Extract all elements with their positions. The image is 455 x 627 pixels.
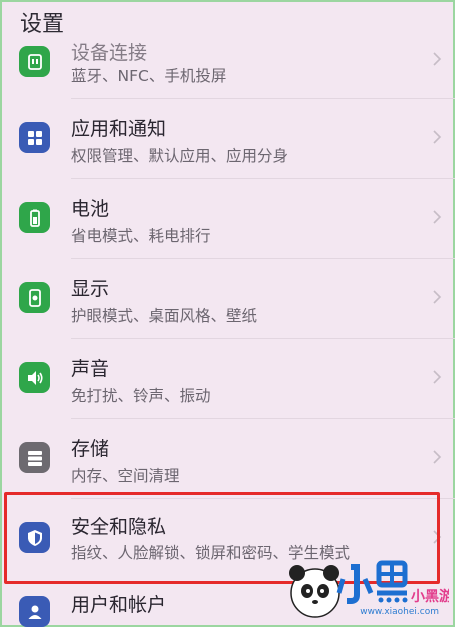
settings-item-subtitle: 省电模式、耗电排行: [71, 227, 211, 245]
settings-item-battery[interactable]: 电池 省电模式、耗电排行: [0, 180, 455, 260]
settings-item-storage[interactable]: 存储 内存、空间清理: [0, 420, 455, 500]
chevron-right-icon: [433, 52, 442, 66]
settings-item-sound[interactable]: 声音 免打扰、铃声、振动: [0, 340, 455, 420]
watermark-url: www.xiaohei.com: [360, 607, 439, 617]
settings-item-subtitle: 免打扰、铃声、振动: [71, 387, 211, 405]
chevron-right-icon: [433, 210, 442, 224]
settings-item-title: 用户和帐户: [71, 594, 167, 616]
settings-item-display[interactable]: 显示 护眼模式、桌面风格、壁纸: [0, 260, 455, 340]
settings-item-subtitle: 蓝牙、NFC、手机投屏: [71, 67, 227, 85]
header: 设置: [0, 0, 455, 44]
speaker-icon: [19, 362, 50, 393]
settings-item-subtitle: 权限管理、默认应用、应用分身: [71, 147, 289, 165]
divider: [71, 338, 455, 339]
storage-icon: [19, 442, 50, 473]
site-watermark: 小黑游戏 www.xiaohei.com: [279, 553, 455, 623]
settings-item-title: 应用和通知: [71, 118, 167, 140]
divider: [71, 178, 455, 179]
page-title: 设置: [20, 12, 65, 37]
divider: [71, 418, 455, 419]
settings-item-apps[interactable]: 应用和通知 权限管理、默认应用、应用分身: [0, 100, 455, 180]
settings-item-subtitle: 护眼模式、桌面风格、壁纸: [71, 307, 258, 325]
chevron-right-icon: [433, 130, 442, 144]
display-icon: [19, 282, 50, 313]
chevron-right-icon: [433, 370, 442, 384]
settings-item-title: 存储: [71, 438, 110, 460]
device-connect-icon: [19, 46, 50, 77]
settings-item-title: 显示: [71, 278, 110, 300]
chevron-right-icon: [433, 290, 442, 304]
chevron-right-icon: [433, 450, 442, 464]
apps-grid-icon: [19, 122, 50, 153]
battery-icon: [19, 202, 50, 233]
settings-item-title: 电池: [71, 198, 110, 220]
watermark-logo-text: 小黑游戏: [411, 588, 449, 605]
settings-item-title: 声音: [71, 358, 110, 380]
divider: [71, 98, 455, 99]
divider: [71, 258, 455, 259]
settings-item-subtitle: 内存、空间清理: [71, 467, 180, 485]
settings-item-title: 设备连接: [71, 42, 148, 64]
user-icon: [19, 596, 50, 627]
